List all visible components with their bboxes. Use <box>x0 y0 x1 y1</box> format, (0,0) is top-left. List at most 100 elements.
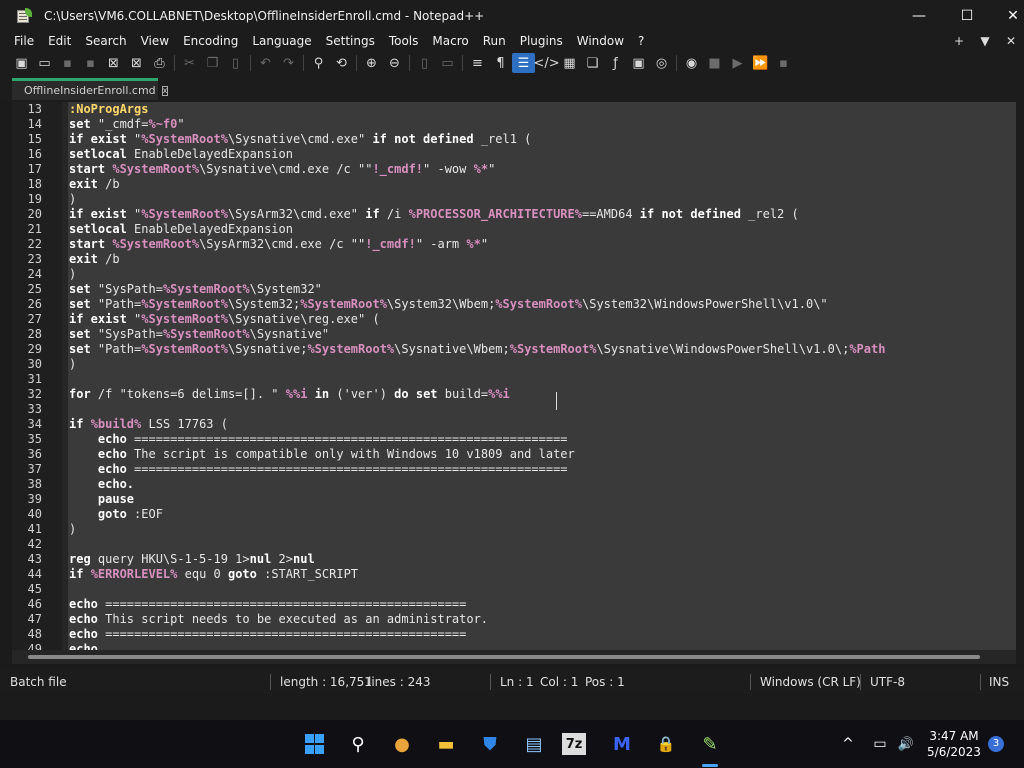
menu-file[interactable]: File <box>0 34 34 48</box>
menu-encoding[interactable]: Encoding <box>169 34 238 48</box>
function-list-icon[interactable]: ƒ <box>604 53 627 73</box>
copy-icon[interactable]: ❐ <box>201 53 224 73</box>
sync-vertical-icon[interactable]: ▯ <box>413 53 436 73</box>
monitoring-icon[interactable]: ◎ <box>650 53 673 73</box>
code-line[interactable]: 28 set "SysPath=%SystemRoot%\Sysnative" <box>12 327 1016 342</box>
lock-app-icon[interactable]: 🔒 <box>650 728 682 760</box>
close-button[interactable]: ✕ <box>990 0 1024 32</box>
notepad-icon[interactable]: ▤ <box>518 728 550 760</box>
menu-plugins[interactable]: Plugins <box>506 34 563 48</box>
code-line[interactable]: 42 <box>12 537 1016 552</box>
show-hidden-icons-chevron-icon[interactable]: ^ <box>832 728 864 760</box>
search-icon[interactable]: ⚲ <box>342 728 374 760</box>
code-line[interactable]: 44 if %ERRORLEVEL% equ 0 goto :START_SCRI… <box>12 567 1016 582</box>
code-line[interactable]: 38 echo. <box>12 477 1016 492</box>
code-line[interactable]: 35 echo ================================… <box>12 432 1016 447</box>
code-line[interactable]: 13:NoProgArgs <box>12 102 1016 117</box>
code-line[interactable]: 23 exit /b <box>12 252 1016 267</box>
playback-macro-icon[interactable]: ▶ <box>726 53 749 73</box>
menu-run[interactable]: Run <box>469 34 506 48</box>
indent-guide-icon[interactable]: ☰ <box>512 53 535 73</box>
replace-icon[interactable]: ⟲ <box>330 53 353 73</box>
new-tab-plus-icon[interactable]: + <box>946 34 972 48</box>
code-line[interactable]: 46 echo =================================… <box>12 597 1016 612</box>
record-macro-icon[interactable]: ◉ <box>680 53 703 73</box>
minimize-button[interactable]: — <box>896 0 942 32</box>
code-line[interactable]: 34 if %build% LSS 17763 ( <box>12 417 1016 432</box>
code-line[interactable]: 41) <box>12 522 1016 537</box>
code-line[interactable]: 39 pause <box>12 492 1016 507</box>
document-map-icon[interactable]: ▦ <box>558 53 581 73</box>
code-line[interactable]: 31 <box>12 372 1016 387</box>
run-macro-multiple-icon[interactable]: ⏩ <box>749 53 772 73</box>
zoom-out-icon[interactable]: ⊖ <box>383 53 406 73</box>
code-line[interactable]: 45 <box>12 582 1016 597</box>
code-line[interactable]: 16 setlocal EnableDelayedExpansion <box>12 147 1016 162</box>
system-clock[interactable]: 3:47 AM 5/6/2023 <box>926 728 982 760</box>
new-file-icon[interactable]: ▣ <box>10 53 33 73</box>
code-line[interactable]: 37 echo ================================… <box>12 462 1016 477</box>
redo-icon[interactable]: ↷ <box>277 53 300 73</box>
document-list-icon[interactable]: ❏ <box>581 53 604 73</box>
find-icon[interactable]: ⚲ <box>307 53 330 73</box>
menu-settings[interactable]: Settings <box>312 34 375 48</box>
show-all-characters-icon[interactable]: ¶ <box>489 53 512 73</box>
notification-count-badge[interactable]: 3 <box>988 736 1004 752</box>
menu-edit[interactable]: Edit <box>34 34 71 48</box>
print-icon[interactable]: ⎙ <box>148 53 171 73</box>
folder-as-workspace-icon[interactable]: ▣ <box>627 53 650 73</box>
code-line[interactable]: 24) <box>12 267 1016 282</box>
code-line[interactable]: 18 exit /b <box>12 177 1016 192</box>
menu-window[interactable]: Window <box>563 34 624 48</box>
save-macro-icon[interactable]: ▪ <box>772 53 795 73</box>
save-icon[interactable]: ▪ <box>56 53 79 73</box>
open-file-icon[interactable]: ▭ <box>33 53 56 73</box>
tab-list-dropdown-icon[interactable]: ▼ <box>972 34 998 48</box>
code-line[interactable]: 20 if exist "%SystemRoot%\SysArm32\cmd.ex… <box>12 207 1016 222</box>
code-line[interactable]: 15 if exist "%SystemRoot%\Sysnative\cmd.e… <box>12 132 1016 147</box>
menu-view[interactable]: View <box>127 34 169 48</box>
menu-search[interactable]: Search <box>71 34 126 48</box>
xml-tag-icon[interactable]: </> <box>533 53 559 73</box>
7zip-icon[interactable]: 7z <box>562 733 586 755</box>
word-wrap-icon[interactable]: ≡ <box>466 53 489 73</box>
code-line[interactable]: 47 echo This script needs to be executed … <box>12 612 1016 627</box>
maximize-button[interactable]: ☐ <box>944 0 990 32</box>
paste-icon[interactable]: ▯ <box>224 53 247 73</box>
menu-macro[interactable]: Macro <box>418 34 468 48</box>
vertical-scrollbar[interactable] <box>1016 102 1024 664</box>
windows-security-icon[interactable]: ⛊ <box>474 728 506 760</box>
code-line[interactable]: 30) <box>12 357 1016 372</box>
stop-recording-icon[interactable]: ■ <box>703 53 726 73</box>
code-line[interactable]: 14 set "_cmdf=%~f0" <box>12 117 1016 132</box>
malwarebytes-icon[interactable]: M <box>606 728 638 760</box>
save-all-icon[interactable]: ▪ <box>79 53 102 73</box>
menu-tools[interactable]: Tools <box>375 34 419 48</box>
undo-icon[interactable]: ↶ <box>254 53 277 73</box>
code-line[interactable]: 25 set "SysPath=%SystemRoot%\System32" <box>12 282 1016 297</box>
code-line[interactable]: 21 setlocal EnableDelayedExpansion <box>12 222 1016 237</box>
code-line[interactable]: 19) <box>12 192 1016 207</box>
code-line[interactable]: 40 goto :EOF <box>12 507 1016 522</box>
code-editor[interactable]: 13:NoProgArgs 14 set "_cmdf=%~f0" 15 if exis… <box>12 102 1016 650</box>
horizontal-scroll-thumb[interactable] <box>28 655 980 659</box>
code-line[interactable]: 26 set "Path=%SystemRoot%\System32;%Syste… <box>12 297 1016 312</box>
menu-language[interactable]: Language <box>238 34 311 48</box>
code-line[interactable]: 33 <box>12 402 1016 417</box>
code-line[interactable]: 43 reg query HKU\S-1-5-19 1>nul 2>nul <box>12 552 1016 567</box>
sync-horizontal-icon[interactable]: ▭ <box>436 53 459 73</box>
tab-offlineinsiderenroll[interactable]: OfflineInsiderEnroll.cmd x <box>12 78 169 100</box>
code-line[interactable]: 48 echo =================================… <box>12 627 1016 642</box>
tab-close-icon[interactable]: x <box>161 85 169 96</box>
volume-icon[interactable]: 🔊 <box>890 728 922 760</box>
menu-help[interactable]: ? <box>624 34 644 48</box>
code-line[interactable]: 17 start %SystemRoot%\Sysnative\cmd.exe /… <box>12 162 1016 177</box>
code-line[interactable]: 36 echo The script is compatible only wi… <box>12 447 1016 462</box>
cut-icon[interactable]: ✂ <box>178 53 201 73</box>
file-explorer-icon[interactable]: ▬ <box>430 728 462 760</box>
code-line[interactable]: 49 echo. <box>12 642 1016 650</box>
code-line[interactable]: 27 if exist "%SystemRoot%\Sysnative\reg.e… <box>12 312 1016 327</box>
code-line[interactable]: 29 set "Path=%SystemRoot%\Sysnative;%Syst… <box>12 342 1016 357</box>
close-file-icon[interactable]: ⊠ <box>102 53 125 73</box>
code-line[interactable]: 22 start %SystemRoot%\SysArm32\cmd.exe /c… <box>12 237 1016 252</box>
